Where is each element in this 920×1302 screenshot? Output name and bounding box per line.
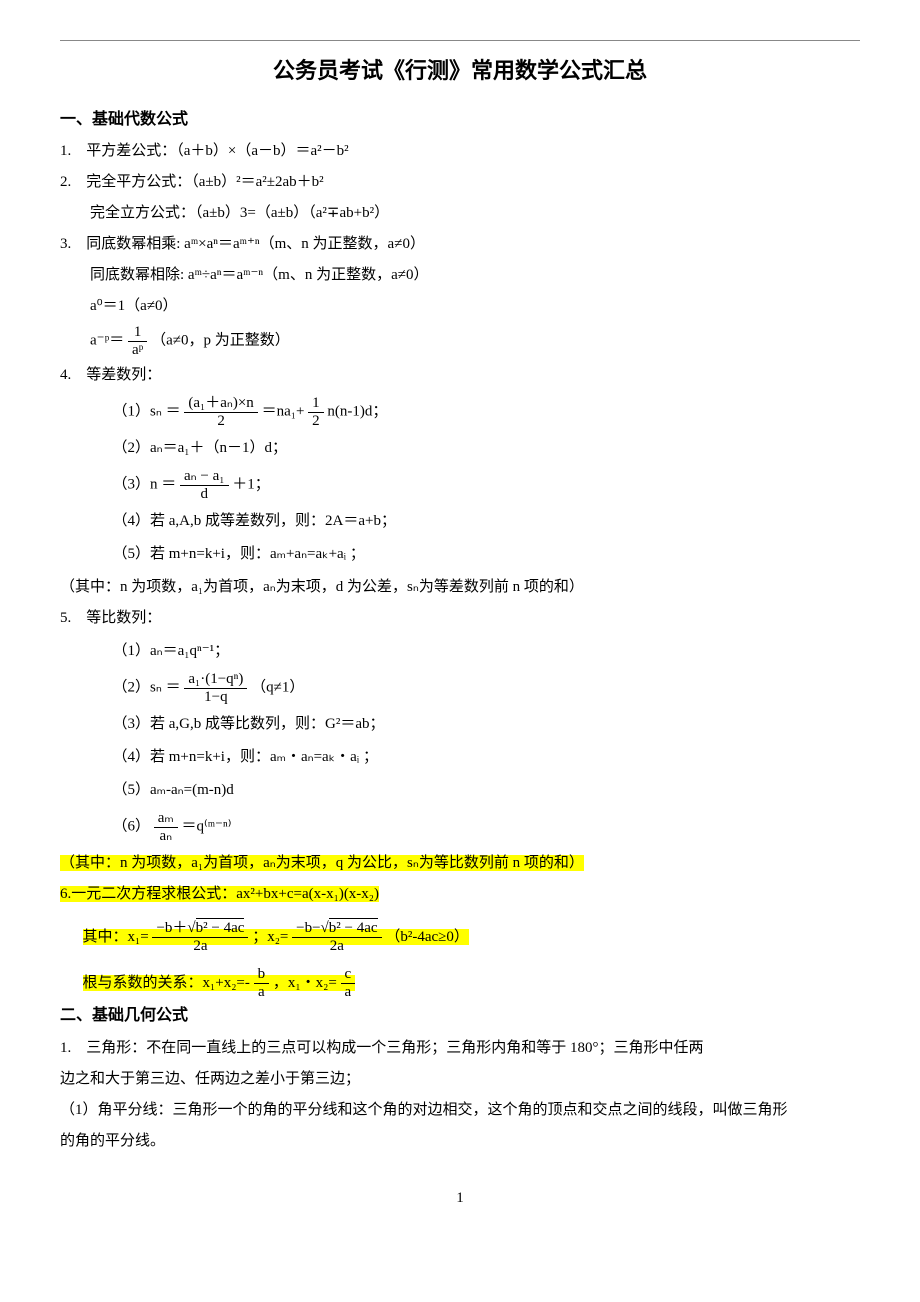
- formula-4: 4. 等差数列：: [60, 362, 860, 389]
- formula-5: 5. 等比数列：: [60, 605, 860, 632]
- formula-3a: 3. 同底数幂相乘: aᵐ×aⁿ＝aᵐ⁺ⁿ（m、n 为正整数，a≠0）: [60, 231, 860, 258]
- formula-3d-post: （a≠0，p 为正整数）: [151, 333, 290, 349]
- formula-5-1: （1）aₙ＝a₁qⁿ⁻¹；: [60, 638, 860, 665]
- formula-5-note: （其中：n 为项数，a₁为首项，aₙ为末项，q 为公比，sₙ为等比数列前 n 项…: [60, 850, 860, 877]
- formula-3c: a⁰＝1（a≠0）: [60, 293, 860, 320]
- formula-5-4: （4）若 m+n=k+i，则：aₘ・aₙ=aₖ・aᵢ ；: [60, 744, 860, 771]
- formula-4-note: （其中：n 为项数，a₁为首项，aₙ为末项，d 为公差，sₙ为等差数列前 n 项…: [60, 574, 860, 601]
- formula-3b: 同底数幂相除: aᵐ÷aⁿ＝aᵐ⁻ⁿ（m、n 为正整数，a≠0）: [60, 262, 860, 289]
- formula-2a: 2. 完全平方公式：（a±b）²＝a²±2ab＋b²: [60, 169, 860, 196]
- formula-4-5: （5）若 m+n=k+i，则：aₘ+aₙ=aₖ+aᵢ ；: [60, 541, 860, 568]
- section-2-head: 二、基础几何公式: [60, 1002, 860, 1031]
- document-title: 公务员考试《行测》常用数学公式汇总: [60, 51, 860, 91]
- formula-5-2: （2）sₙ ＝ a₁·(1−qⁿ) 1−q （q≠1）: [60, 671, 860, 705]
- geo-1a: 1. 三角形：不在同一直线上的三点可以构成一个三角形；三角形内角和等于 180°…: [60, 1035, 860, 1062]
- formula-4-1: （1）sₙ ＝ (a₁＋aₙ)×n 2 ＝na₁+ 1 2 n(n-1)d；: [60, 395, 860, 429]
- formula-2b: 完全立方公式：（a±b）3=（a±b）（a²∓ab+b²）: [60, 200, 860, 227]
- formula-3d-frac: 1 aᵖ: [128, 324, 147, 358]
- formula-4-4: （4）若 a,A,b 成等差数列，则：2A＝a+b；: [60, 508, 860, 535]
- section-1-head: 一、基础代数公式: [60, 106, 860, 135]
- geo-1c: （1）角平分线：三角形一个的角的平分线和这个角的对边相交，这个角的顶点和交点之间…: [60, 1097, 860, 1124]
- formula-4-3: （3）n ＝ aₙ − a₁ d ＋1；: [60, 468, 860, 502]
- geo-1b: 边之和大于第三边、任两边之差小于第三边；: [60, 1066, 860, 1093]
- formula-6: 6.一元二次方程求根公式：ax²+bx+c=a(x-x₁)(x-x₂): [60, 881, 860, 908]
- formula-6-relation: 根与系数的关系：x₁+x₂=- b a ，x₁・x₂= c a: [60, 966, 860, 1000]
- formula-6-roots: 其中：x₁= −b＋√b² − 4ac 2a ；x₂= −b−√b² − 4ac…: [60, 920, 860, 954]
- top-divider: [60, 40, 860, 41]
- page-number: 1: [60, 1185, 860, 1212]
- formula-5-5: （5）aₘ-aₙ=(m-n)d: [60, 777, 860, 804]
- formula-3d: a⁻ᵖ＝ 1 aᵖ （a≠0，p 为正整数）: [60, 324, 860, 358]
- geo-1d: 的角的平分线。: [60, 1128, 860, 1155]
- formula-4-2: （2）aₙ＝a₁＋（n－1）d；: [60, 435, 860, 462]
- formula-1: 1. 平方差公式：（a＋b）×（a－b）＝a²－b²: [60, 138, 860, 165]
- formula-3d-pre: a⁻ᵖ＝: [60, 333, 124, 349]
- formula-5-3: （3）若 a,G,b 成等比数列，则：G²＝ab；: [60, 711, 860, 738]
- formula-5-6: （6） aₘ aₙ ＝q⁽ᵐ⁻ⁿ⁾: [60, 810, 860, 844]
